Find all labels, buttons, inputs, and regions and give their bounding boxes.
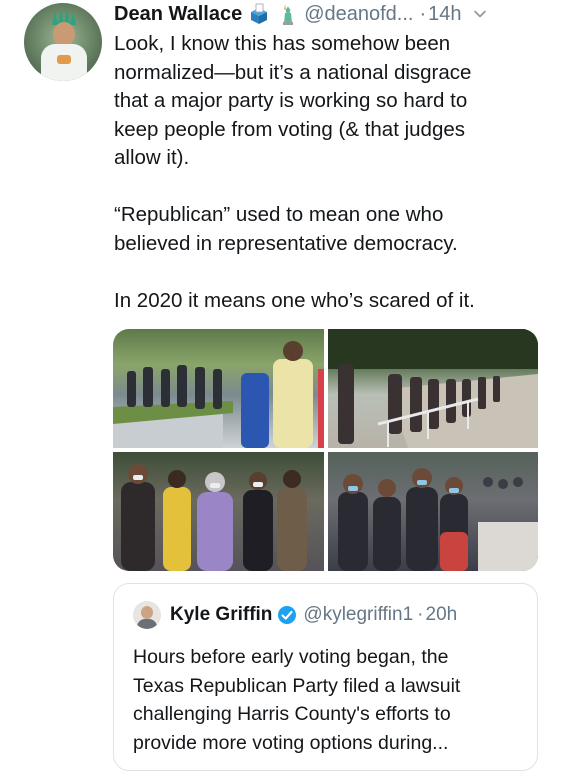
ballot-box-icon: [251, 3, 268, 24]
photo-illustration: [121, 464, 307, 571]
avatar-shirt-print: [57, 55, 71, 64]
photo-crowd-masked[interactable]: [328, 452, 538, 571]
tweet-text-line: that a major party is working so hard to: [114, 89, 468, 112]
author-name[interactable]: Dean Wallace: [114, 3, 242, 26]
photo-illustration: [328, 329, 538, 448]
media-grid: [113, 329, 538, 571]
photo-voters-long-line[interactable]: [328, 329, 538, 448]
separator-dot: ·: [419, 2, 427, 25]
tweet-timestamp[interactable]: 14h: [428, 3, 461, 26]
quoted-text-line: challenging Harris County's efforts to: [133, 703, 451, 725]
quoted-tweet-text: Hours before early voting began, the Tex…: [133, 643, 533, 757]
quoted-text-line: Hours before early voting began, the: [133, 646, 449, 668]
quoted-tweet-timestamp: 20h: [425, 604, 458, 625]
quoted-author-name: Kyle Griffin: [170, 604, 273, 625]
tweet-text-line: Look, I know this has somehow been: [114, 32, 451, 55]
author-handle[interactable]: @deanofd...: [304, 3, 413, 26]
tweet-text-line: allow it).: [114, 146, 190, 169]
quoted-author-handle: @kylegriffin1: [303, 604, 414, 625]
quoted-tweet-card[interactable]: Kyle Griffin @kylegriffin1 · 20h Hours b…: [113, 583, 538, 771]
tweet-text-line: In 2020 it means one who’s scared of it.: [114, 288, 475, 312]
photo-voters-sidewalk-line[interactable]: [113, 329, 324, 448]
quoted-text-line: provide more voting options during...: [133, 731, 449, 754]
tweet-text-line: believed in representative democracy.: [114, 231, 458, 255]
quoted-author-avatar: [133, 601, 161, 629]
tweet-text-line: normalized—but it’s a national disgrace: [114, 60, 472, 84]
statue-of-liberty-icon: [283, 4, 294, 25]
separator-dot: ·: [417, 604, 424, 625]
photo-illustration: [113, 341, 324, 448]
tweet-text: Look, I know this has somehow been norma…: [114, 30, 544, 315]
quoted-tweet-header: Kyle Griffin @kylegriffin1 · 20h: [133, 600, 457, 630]
chevron-down-icon[interactable]: [472, 6, 488, 22]
tweet-text-line: “Republican” used to mean one who: [114, 203, 444, 226]
quoted-text-line: Texas Republican Party filed a lawsuit: [133, 674, 461, 697]
avatar-face: [53, 22, 75, 46]
photo-illustration: [338, 468, 538, 571]
verified-badge-icon: [278, 606, 297, 624]
author-avatar[interactable]: [24, 3, 102, 81]
tweet-text-line: keep people from voting (& that judges: [114, 117, 465, 141]
photo-masked-voters[interactable]: [113, 452, 324, 571]
tweet-header: Dean Wallace @deanofd... · 14h: [114, 0, 488, 28]
